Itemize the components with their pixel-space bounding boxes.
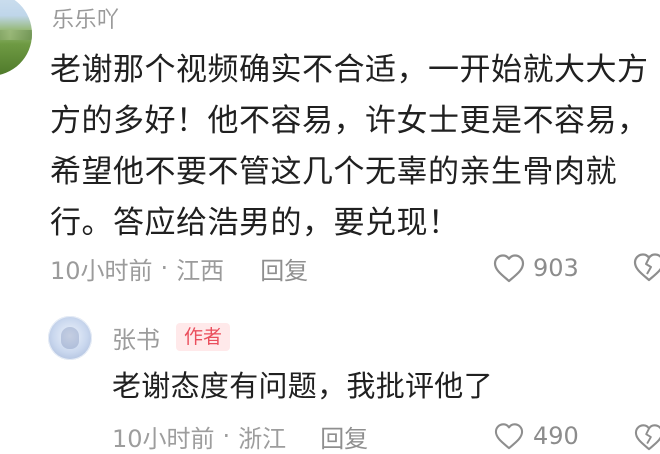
reply-button[interactable]: 回复	[320, 419, 368, 454]
avatar[interactable]	[0, 0, 32, 76]
reply-username[interactable]: 张书	[112, 320, 160, 355]
comment-thread: 乐乐吖 老谢那个视频确实不合适，一开始就大大方方的多好！他不容易，许女士更是不容…	[0, 0, 660, 453]
comment-time: 10小时前	[50, 256, 153, 285]
meta-separator: ·	[160, 254, 169, 282]
heart-broken-icon	[632, 424, 660, 451]
heart-broken-icon	[632, 253, 660, 282]
reply-button[interactable]: 回复	[260, 251, 308, 286]
reply-avatar[interactable]	[48, 316, 92, 360]
comment-meta: 10小时前 · 江西 回复	[50, 250, 308, 286]
comment-content: 老谢那个视频确实不合适，一开始就大大方方的多好！他不容易，许女士更是不容易，希望…	[50, 52, 649, 241]
reply-location: 浙江	[238, 424, 287, 453]
like-button[interactable]: 903	[493, 250, 579, 286]
dislike-button[interactable]	[632, 252, 660, 282]
heart-outline-icon	[493, 253, 525, 283]
reply-content: 老谢态度有问题，我批评他了	[112, 369, 493, 403]
reply-like-button[interactable]: 490	[493, 421, 579, 451]
reply-dislike-button[interactable]	[632, 423, 660, 451]
author-badge: 作者	[176, 323, 231, 351]
like-count: 903	[533, 254, 579, 282]
reply-time: 10小时前	[112, 424, 215, 453]
reply-meta: 10小时前 · 浙江 回复	[112, 419, 368, 454]
comment-username[interactable]: 乐乐吖	[52, 2, 120, 34]
comment-location: 江西	[176, 256, 225, 285]
